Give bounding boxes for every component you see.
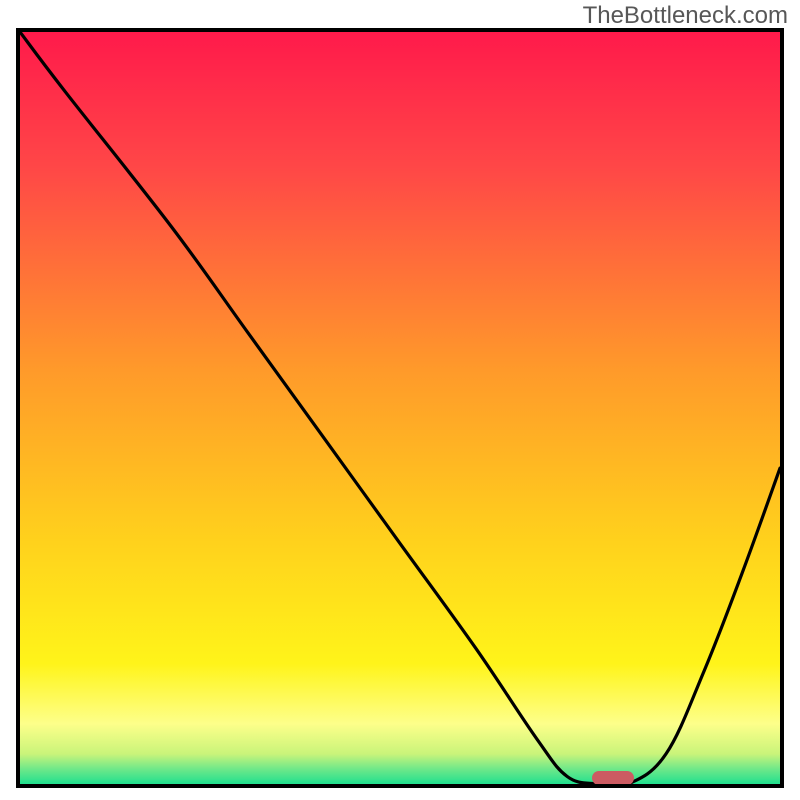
optimal-marker [592,771,634,785]
plot-frame [16,28,784,788]
chart-container: TheBottleneck.com [0,0,800,800]
bottleneck-curve [20,32,780,784]
watermark-text: TheBottleneck.com [583,2,788,30]
